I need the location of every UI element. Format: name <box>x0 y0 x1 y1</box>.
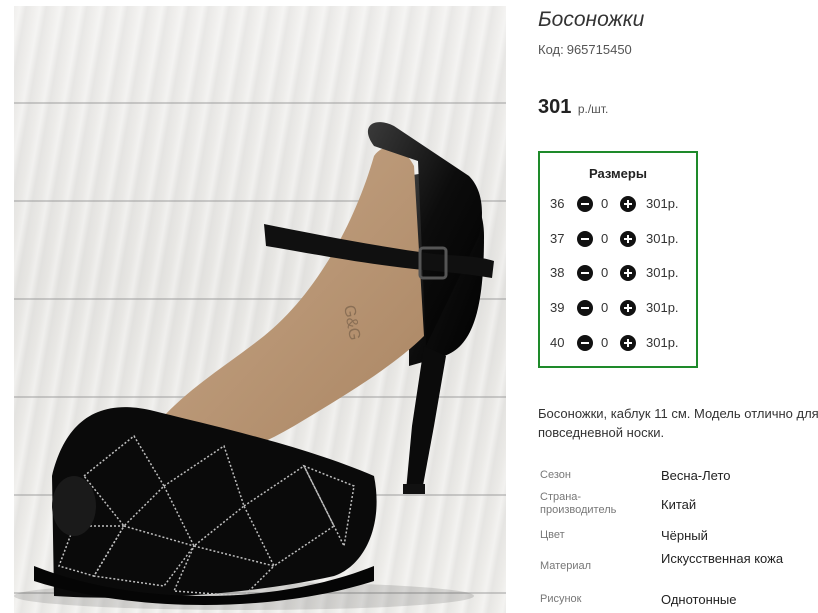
decrease-quantity-button[interactable] <box>577 335 593 351</box>
price-amount: 301 <box>538 96 572 118</box>
size-label: 39 <box>550 300 565 315</box>
quantity-value: 0 <box>601 335 609 350</box>
decrease-quantity-button[interactable] <box>577 265 593 281</box>
size-price: 301р. <box>646 300 679 315</box>
size-row: 40 0 301р. <box>540 332 696 354</box>
size-row: 39 0 301р. <box>540 297 696 319</box>
decrease-quantity-button[interactable] <box>577 300 593 316</box>
sizes-heading: Размеры <box>589 166 647 181</box>
attribute-key: Материал <box>540 560 591 572</box>
decrease-quantity-button[interactable] <box>577 231 593 247</box>
attribute-row: Сезон Весна-Лето <box>540 468 818 488</box>
quantity-value: 0 <box>601 231 609 246</box>
attribute-value: Чёрный <box>661 528 708 543</box>
sizes-panel: Размеры 36 0 301р. 37 0 301р. 38 0 301р.… <box>538 151 698 368</box>
size-price: 301р. <box>646 335 679 350</box>
attribute-value: Однотонные <box>661 592 737 607</box>
increase-quantity-button[interactable] <box>620 265 636 281</box>
attribute-key: Страна- производитель <box>540 491 617 516</box>
attribute-value: Весна-Лето <box>661 468 731 483</box>
product-code: Код: 965715450 <box>538 42 632 57</box>
increase-quantity-button[interactable] <box>620 196 636 212</box>
attribute-key: Цвет <box>540 529 565 541</box>
size-row: 37 0 301р. <box>540 228 696 250</box>
size-label: 36 <box>550 196 565 211</box>
attribute-key: Сезон <box>540 469 571 481</box>
product-price: 301 р./шт. <box>538 96 608 119</box>
quantity-value: 0 <box>601 196 609 211</box>
product-photo[interactable]: G&G <box>14 6 506 613</box>
size-row: 36 0 301р. <box>540 193 696 215</box>
shoe-photo: G&G <box>14 122 494 610</box>
product-title: Босоножки <box>538 8 645 31</box>
size-price: 301р. <box>646 196 679 211</box>
attribute-row: Рисунок Однотонные <box>540 592 818 610</box>
decrease-quantity-button[interactable] <box>577 196 593 212</box>
size-row: 38 0 301р. <box>540 262 696 284</box>
increase-quantity-button[interactable] <box>620 300 636 316</box>
size-label: 38 <box>550 265 565 280</box>
attribute-value: Китай <box>661 497 697 512</box>
size-label: 40 <box>550 335 565 350</box>
attribute-value: Искусственная кожа <box>661 551 784 566</box>
quantity-value: 0 <box>601 265 609 280</box>
size-price: 301р. <box>646 265 679 280</box>
product-description: Босоножки, каблук 11 см. Модель отлично … <box>538 406 818 440</box>
size-label: 37 <box>550 231 565 246</box>
product-code-value: 965715450 <box>566 42 632 57</box>
attribute-row: Цвет Чёрный <box>540 528 818 548</box>
increase-quantity-button[interactable] <box>620 231 636 247</box>
attribute-key: Рисунок <box>540 593 582 605</box>
attribute-row: Страна- производитель Китай <box>540 491 818 521</box>
attribute-row: Материал Искусственная кожа <box>540 551 818 585</box>
quantity-value: 0 <box>601 300 609 315</box>
price-unit: р./шт. <box>577 102 609 116</box>
size-price: 301р. <box>646 231 679 246</box>
product-code-label: Код: <box>538 42 564 57</box>
increase-quantity-button[interactable] <box>620 335 636 351</box>
